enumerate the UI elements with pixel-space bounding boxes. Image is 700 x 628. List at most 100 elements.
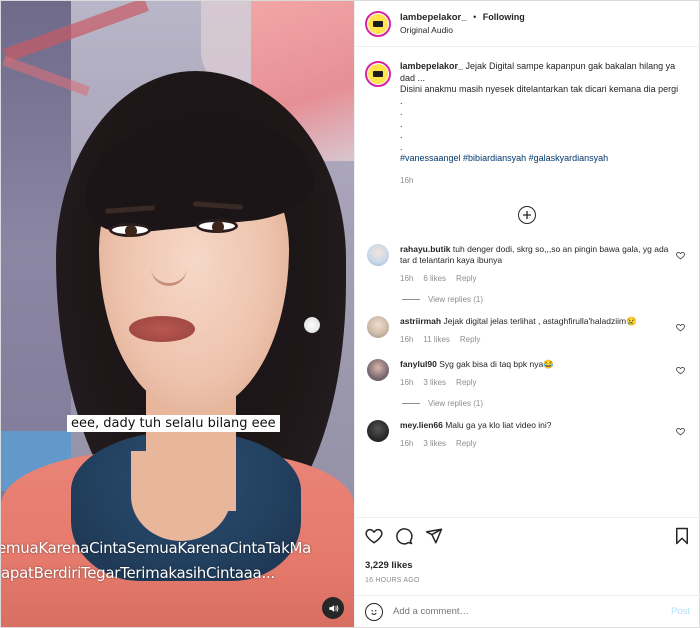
- video-subtitle: eee, dady tuh selalu bilang eee: [67, 415, 280, 432]
- avatar-image: [368, 64, 388, 84]
- replies-divider: [402, 403, 420, 404]
- bookmark-icon: [676, 527, 688, 545]
- load-more-comments-button[interactable]: [518, 206, 536, 224]
- post-comment-button[interactable]: Post: [671, 606, 690, 617]
- action-bar: 3,229 likes 16 HOURS AGO: [355, 517, 700, 584]
- caption-dot: .: [400, 130, 403, 140]
- likes-count[interactable]: 3,229 likes: [365, 560, 690, 571]
- post-sidebar: lambepelakor_ • Following Original Audio…: [354, 1, 700, 627]
- comment-username[interactable]: astriirmah: [400, 316, 441, 326]
- audio-link[interactable]: Original Audio: [400, 24, 525, 36]
- caption-dot: .: [400, 107, 403, 117]
- comment-button[interactable]: [395, 527, 413, 547]
- instagram-post-window: eee, dady tuh selalu bilang eee emuaKare…: [0, 0, 700, 628]
- comment: mey.lien66 Malu ga ya klo liat video ini…: [365, 420, 689, 449]
- comment-bubble-icon: [396, 528, 413, 545]
- avatar[interactable]: [365, 10, 391, 37]
- save-button[interactable]: [674, 527, 690, 547]
- mute-button[interactable]: [322, 597, 344, 619]
- video-ticker-line-1: emuaKarenaCintaSemuaKarenaCintaTakMa: [1, 539, 311, 557]
- comment-time: 16h: [400, 378, 414, 387]
- video-player[interactable]: eee, dady tuh selalu bilang eee emuaKare…: [1, 1, 354, 627]
- caption-dot: .: [400, 95, 403, 106]
- heart-icon: [365, 528, 383, 544]
- replies-divider: [402, 299, 420, 300]
- comment-meta: 16h 11 likes Reply: [400, 334, 670, 345]
- comment-text: Jejak digital jelas terlihat , astaghfir…: [443, 316, 637, 326]
- comment-likes[interactable]: 3 likes: [423, 439, 446, 448]
- emoji-button[interactable]: [365, 602, 383, 621]
- comment-avatar[interactable]: [367, 359, 389, 381]
- caption-dot: .: [400, 141, 403, 152]
- post-age: 16 HOURS AGO: [365, 577, 420, 584]
- share-button[interactable]: [425, 527, 443, 547]
- avatar-image: [368, 13, 388, 34]
- comment-username[interactable]: fanylul90: [400, 359, 437, 369]
- like-comment-button[interactable]: [676, 251, 685, 262]
- caption-username[interactable]: lambepelakor_: [400, 61, 463, 71]
- comment-body: rahayu.butik tuh denger dodi, skrg so,,,…: [400, 244, 670, 284]
- comment-text: Malu ga ya klo liat video ini?: [445, 420, 552, 430]
- following-button[interactable]: Following: [483, 12, 525, 22]
- reply-button[interactable]: Reply: [460, 335, 480, 344]
- comment-input[interactable]: [393, 606, 671, 617]
- post-body: lambepelakor_ Jejak Digital sampe kapanp…: [355, 47, 699, 449]
- comment-body: astriirmah Jejak digital jelas terlihat …: [400, 316, 670, 345]
- post-caption: lambepelakor_ Jejak Digital sampe kapanp…: [365, 61, 689, 186]
- comment-avatar[interactable]: [367, 244, 389, 266]
- comment-avatar[interactable]: [367, 316, 389, 338]
- caption-timestamp: 16h: [400, 175, 414, 185]
- action-icons: [365, 526, 690, 548]
- comment-body: mey.lien66 Malu ga ya klo liat video ini…: [400, 420, 670, 449]
- speaker-icon: [328, 604, 338, 612]
- comment-line: fanylul90 Syg gak bisa di taq bpk nya😂: [400, 359, 670, 370]
- comment-username[interactable]: rahayu.butik: [400, 244, 451, 254]
- view-replies-button[interactable]: View replies (1): [402, 399, 689, 408]
- reply-button[interactable]: Reply: [456, 274, 476, 283]
- view-replies-button[interactable]: View replies (1): [402, 295, 689, 304]
- heart-icon: [676, 427, 685, 436]
- header-text: lambepelakor_ • Following Original Audio: [400, 11, 525, 36]
- comment-time: 16h: [400, 274, 414, 283]
- comment-meta: 16h 3 likes Reply: [400, 438, 670, 449]
- comment-line: rahayu.butik tuh denger dodi, skrg so,,,…: [400, 244, 670, 266]
- earring: [304, 317, 320, 333]
- video-ticker-line-2: apatBerdiriTegarTerimakasihCintaaa...: [1, 564, 275, 582]
- view-replies-label: View replies (1): [428, 295, 483, 304]
- comment-meta: 16h 6 likes Reply: [400, 273, 670, 284]
- comment-time: 16h: [400, 439, 414, 448]
- comment-likes[interactable]: 11 likes: [423, 335, 450, 344]
- comment-username[interactable]: mey.lien66: [400, 420, 443, 430]
- smiley-icon: [371, 609, 377, 615]
- comment-text: Syg gak bisa di taq bpk nya😂: [439, 359, 554, 369]
- like-comment-button[interactable]: [676, 427, 685, 438]
- caption-dot: .: [400, 118, 403, 129]
- plus-circle-icon: [523, 211, 531, 219]
- like-comment-button[interactable]: [676, 323, 685, 334]
- avatar[interactable]: [365, 61, 391, 87]
- heart-icon: [676, 366, 685, 375]
- reply-button[interactable]: Reply: [456, 439, 476, 448]
- comment: astriirmah Jejak digital jelas terlihat …: [365, 316, 689, 345]
- header-username[interactable]: lambepelakor_: [400, 12, 467, 23]
- comment-meta: 16h 3 likes Reply: [400, 377, 670, 388]
- heart-icon: [676, 251, 685, 260]
- eye: [196, 219, 238, 233]
- like-comment-button[interactable]: [676, 366, 685, 377]
- view-replies-label: View replies (1): [428, 399, 483, 408]
- comment-likes[interactable]: 3 likes: [423, 378, 446, 387]
- like-button[interactable]: [365, 527, 383, 547]
- comment-avatar[interactable]: [367, 420, 389, 442]
- header-separator: •: [473, 12, 477, 22]
- comment: rahayu.butik tuh denger dodi, skrg so,,,…: [365, 244, 689, 284]
- hashtags[interactable]: #vanessaangel #bibiardiansyah #galaskyar…: [400, 153, 685, 165]
- caption-line-2: Disini anakmu masih nyesek ditelantarkan…: [400, 84, 679, 94]
- reply-button[interactable]: Reply: [456, 378, 476, 387]
- heart-icon: [676, 323, 685, 332]
- comment-line: mey.lien66 Malu ga ya klo liat video ini…: [400, 420, 670, 431]
- comment-line: astriirmah Jejak digital jelas terlihat …: [400, 316, 670, 327]
- lips: [129, 316, 195, 342]
- comment-likes[interactable]: 6 likes: [423, 274, 446, 283]
- header-user-line: lambepelakor_ • Following: [400, 11, 525, 24]
- paper-plane-icon: [425, 528, 443, 544]
